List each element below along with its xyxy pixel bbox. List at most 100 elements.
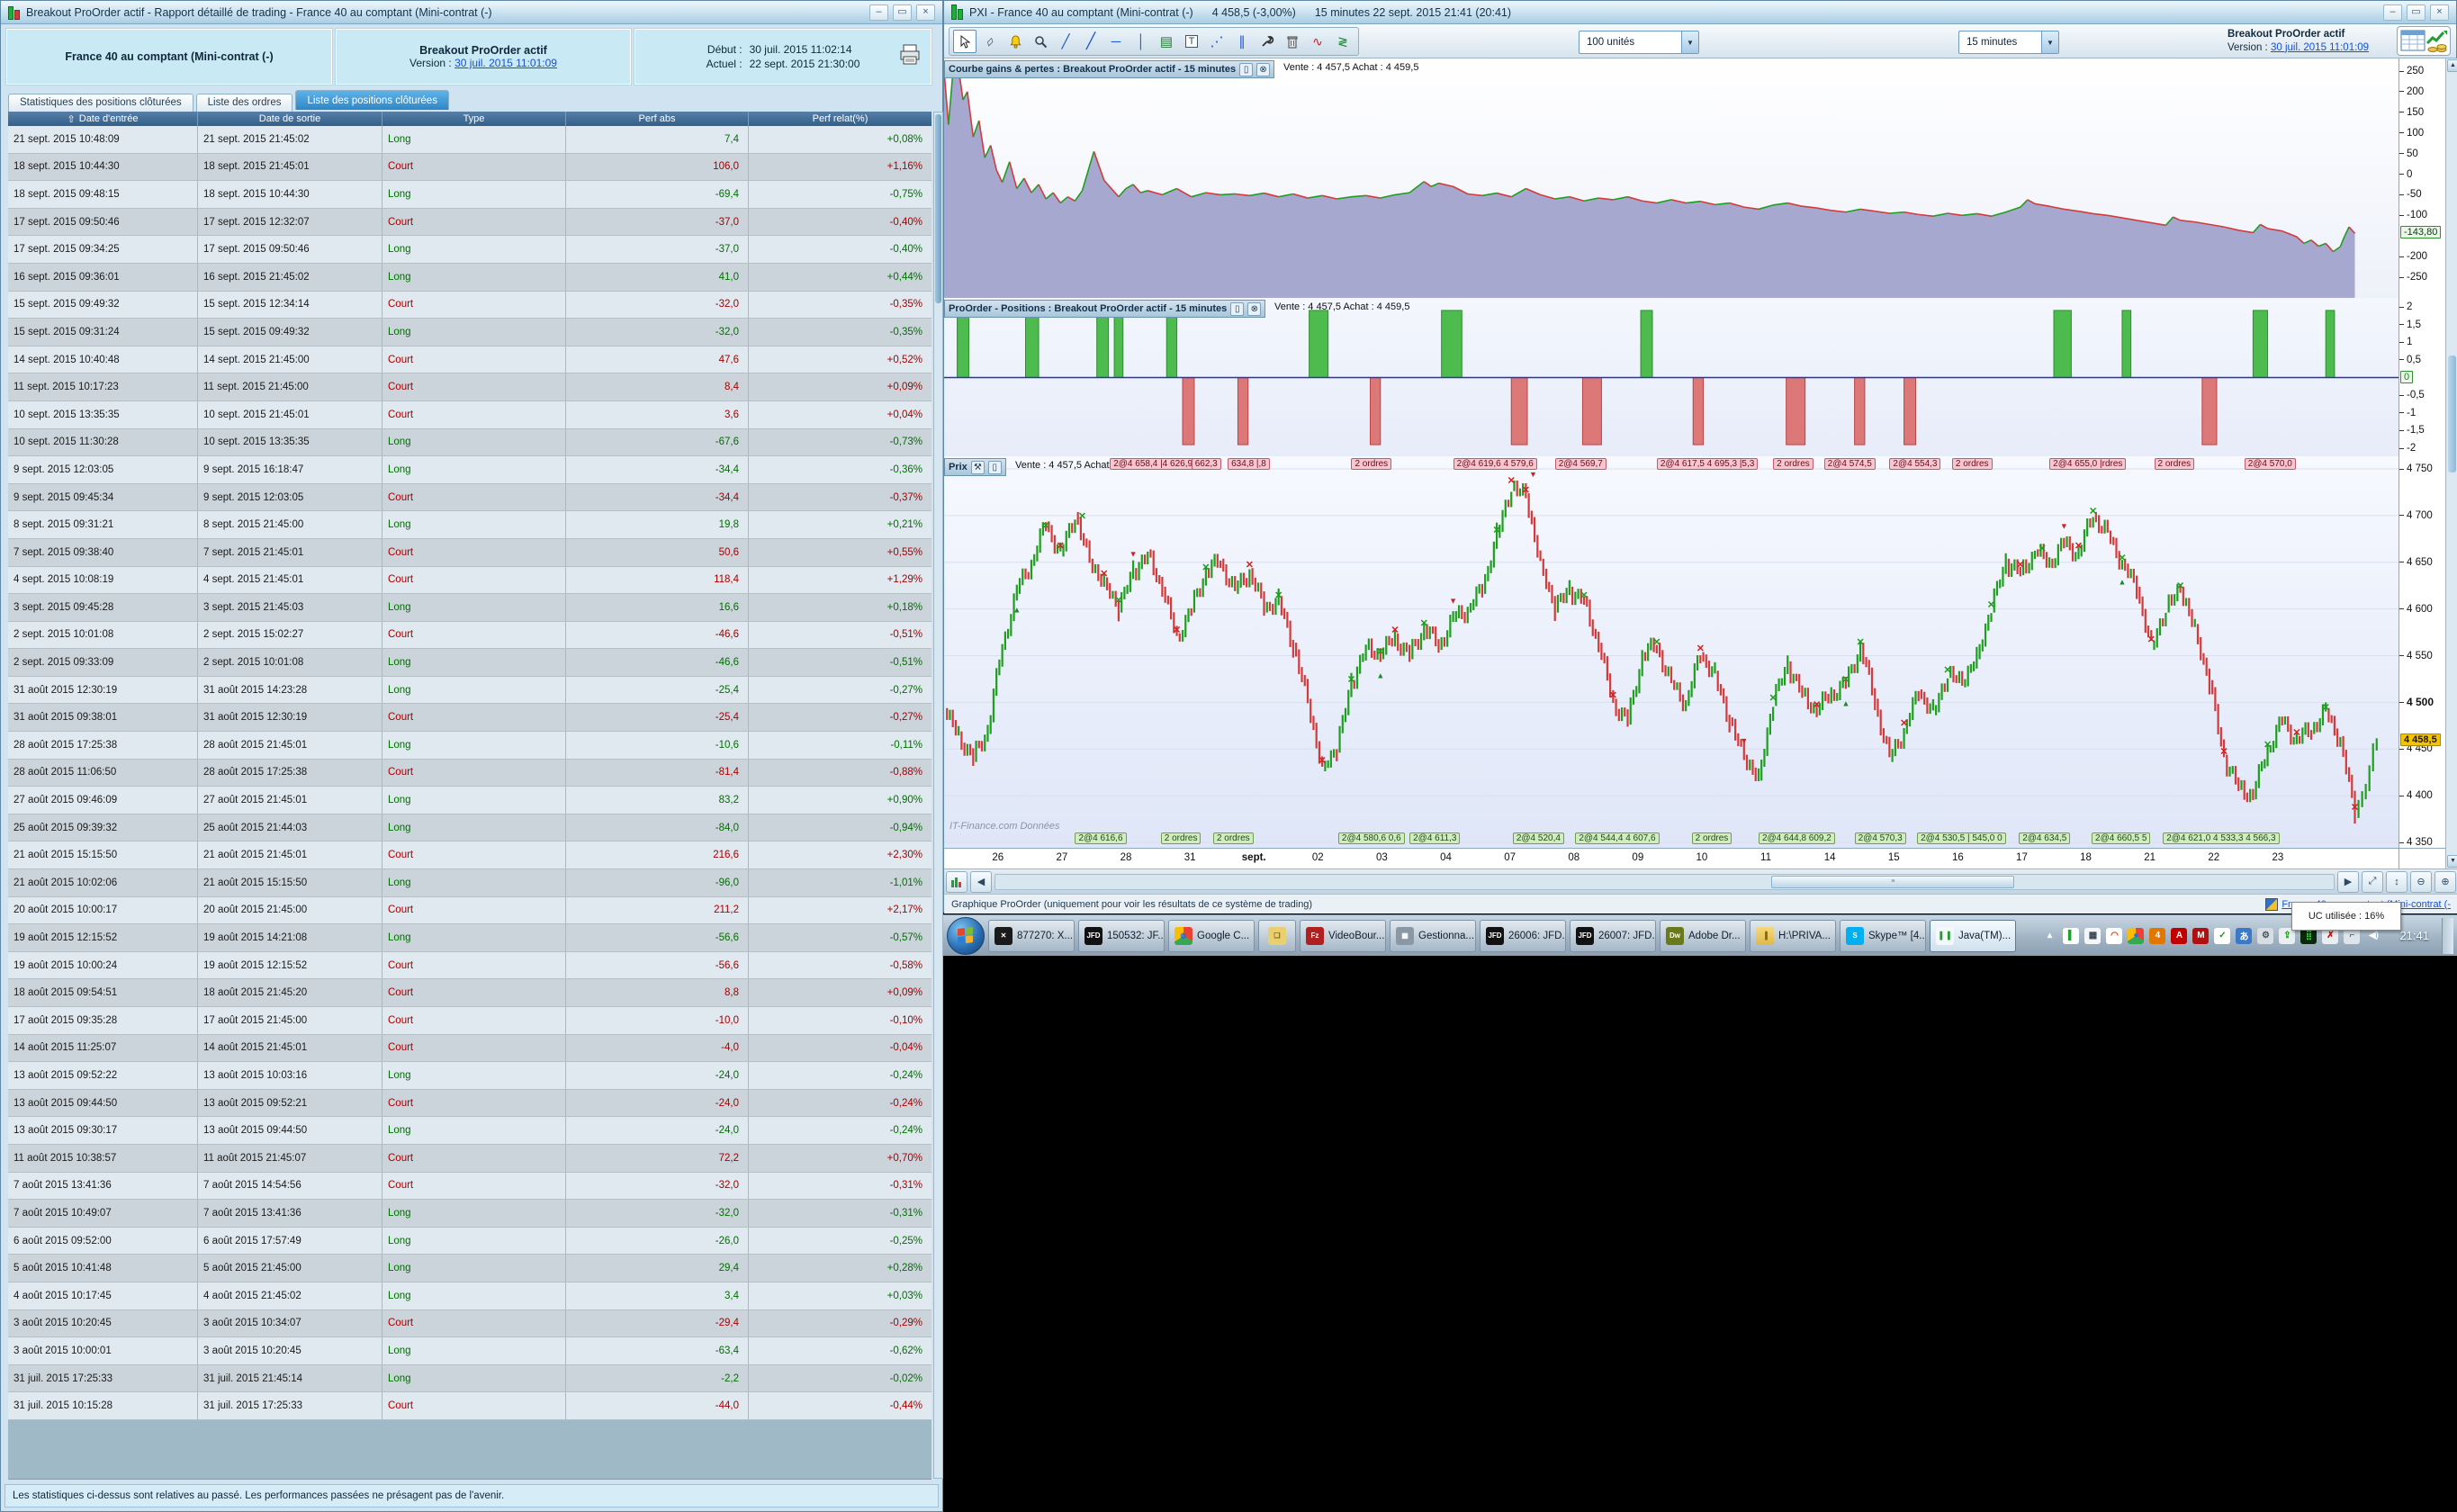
vertical-line-tool-icon[interactable]: │: [1130, 30, 1153, 53]
horizontal-line-tool-icon[interactable]: ─: [1104, 30, 1128, 53]
table-row[interactable]: 31 juil. 2015 10:15:2831 juil. 2015 17:2…: [8, 1392, 932, 1420]
table-row[interactable]: 19 août 2015 12:15:5219 août 2015 14:21:…: [8, 924, 932, 952]
chart-titlebar[interactable]: PXI - France 40 au comptant (Mini-contra…: [944, 1, 2456, 24]
panel-title-tab[interactable]: Prix⚒▯: [944, 458, 1006, 476]
panel-title-tab[interactable]: ProOrder - Positions : Breakout ProOrder…: [944, 300, 1265, 318]
version-link[interactable]: 30 juil. 2015 11:01:09: [2271, 42, 2369, 53]
table-row[interactable]: 9 sept. 2015 09:45:349 sept. 2015 12:03:…: [8, 484, 932, 512]
panel-title-tab[interactable]: Courbe gains & pertes : Breakout ProOrde…: [944, 60, 1274, 78]
table-row[interactable]: 3 août 2015 10:00:013 août 2015 10:20:45…: [8, 1337, 932, 1365]
wrench-icon[interactable]: ⚒: [971, 461, 985, 474]
table-row[interactable]: 10 sept. 2015 11:30:2810 sept. 2015 13:3…: [8, 429, 932, 457]
table-row[interactable]: 14 août 2015 11:25:0714 août 2015 21:45:…: [8, 1035, 932, 1063]
taskbar-button[interactable]: JFD26006: JFD...: [1480, 920, 1566, 952]
avira-tray-icon[interactable]: 4: [2149, 928, 2165, 944]
chart-style-button[interactable]: [946, 871, 968, 893]
taskbar-button[interactable]: ▐H:\PRIVA...: [1750, 920, 1836, 952]
fit-vertical-button[interactable]: ⤢: [2362, 871, 2383, 893]
table-row[interactable]: 31 août 2015 09:38:0131 août 2015 12:30:…: [8, 704, 932, 732]
column-header[interactable]: Date de sortie: [197, 112, 382, 126]
scroll-down-icon[interactable]: ▼: [2447, 855, 2457, 868]
table-row[interactable]: 3 août 2015 10:20:453 août 2015 10:34:07…: [8, 1310, 932, 1338]
table-row[interactable]: 10 sept. 2015 13:35:3510 sept. 2015 21:4…: [8, 401, 932, 429]
green-check-tray-icon[interactable]: ✓: [2214, 928, 2230, 944]
taskbar-button[interactable]: SSkype™ [4...: [1840, 920, 1926, 952]
table-row[interactable]: 4 sept. 2015 10:08:194 sept. 2015 21:45:…: [8, 567, 932, 595]
table-row[interactable]: 17 sept. 2015 09:50:4617 sept. 2015 12:3…: [8, 209, 932, 237]
table-row[interactable]: 18 sept. 2015 09:48:1518 sept. 2015 10:4…: [8, 181, 932, 209]
delete-tool-icon[interactable]: [1281, 30, 1304, 53]
column-header[interactable]: ⇧Date d'entrée: [8, 112, 197, 126]
table-row[interactable]: 11 août 2015 10:38:5711 août 2015 21:45:…: [8, 1145, 932, 1173]
chart-candle-tray-icon[interactable]: ▌: [2063, 928, 2079, 944]
table-row[interactable]: 13 août 2015 09:30:1713 août 2015 09:44:…: [8, 1117, 932, 1145]
equity-panel[interactable]: Courbe gains & pertes : Breakout ProOrde…: [944, 58, 2398, 299]
cursor-tool-icon[interactable]: [953, 30, 976, 53]
copy-icon[interactable]: ▯: [1230, 302, 1244, 316]
zoom-tool-icon[interactable]: [1029, 30, 1052, 53]
table-row[interactable]: 18 août 2015 09:54:5118 août 2015 21:45:…: [8, 979, 932, 1007]
alarm-tool-icon[interactable]: [1004, 30, 1027, 53]
scroll-right-button[interactable]: ▶: [2337, 871, 2359, 893]
taskbar-button[interactable]: FzVideoBour...: [1300, 920, 1386, 952]
minimize-button[interactable]: –: [2383, 4, 2402, 21]
table-row[interactable]: 31 août 2015 12:30:1931 août 2015 14:23:…: [8, 677, 932, 705]
search-gear-tray-icon[interactable]: ⚙: [2257, 928, 2273, 944]
table-row[interactable]: 25 août 2015 09:39:3225 août 2015 21:44:…: [8, 814, 932, 842]
table-row[interactable]: 11 sept. 2015 10:17:2311 sept. 2015 21:4…: [8, 374, 932, 401]
column-header[interactable]: Perf relat(%): [748, 112, 932, 126]
adobe-m-tray-icon[interactable]: M: [2192, 928, 2209, 944]
copy-icon[interactable]: ▯: [988, 461, 1002, 474]
restore-button[interactable]: ▭: [893, 4, 912, 21]
tab-2[interactable]: Liste des ordres: [196, 94, 293, 112]
table-row[interactable]: 21 août 2015 15:15:5021 août 2015 21:45:…: [8, 842, 932, 869]
zoom-out-button[interactable]: ⊖: [2410, 871, 2432, 893]
timeframe-select[interactable]: 15 minutes ▼: [1958, 31, 2059, 54]
taskbar-clock[interactable]: 21:41: [2390, 929, 2438, 942]
minimize-button[interactable]: –: [869, 4, 888, 21]
table-row[interactable]: 15 sept. 2015 09:31:2415 sept. 2015 09:4…: [8, 319, 932, 346]
table-row[interactable]: 13 août 2015 09:52:2213 août 2015 10:03:…: [8, 1062, 932, 1090]
close-icon[interactable]: ⊗: [1247, 302, 1261, 316]
acrobat-tray-icon[interactable]: A: [2171, 928, 2187, 944]
table-row[interactable]: 9 sept. 2015 12:03:059 sept. 2015 16:18:…: [8, 456, 932, 484]
desktop-tray-icon[interactable]: ▦: [2084, 928, 2101, 944]
ruler-tool-icon[interactable]: ▱: [978, 30, 1002, 53]
nexus-tray-icon[interactable]: ◠: [2106, 928, 2122, 944]
pattern-down-tool-icon[interactable]: ∿: [1306, 30, 1329, 53]
table-row[interactable]: 2 sept. 2015 09:33:092 sept. 2015 10:01:…: [8, 649, 932, 677]
chart-edit-tool-icon[interactable]: ▤: [1155, 30, 1178, 53]
taskbar-button[interactable]: JFD150532: JF...: [1078, 920, 1165, 952]
tab-3[interactable]: Liste des positions clôturées: [295, 90, 448, 110]
table-row[interactable]: 21 sept. 2015 10:48:0921 sept. 2015 21:4…: [8, 126, 932, 154]
vertical-scrollbar[interactable]: ▲ ▼: [2445, 58, 2457, 868]
table-row[interactable]: 18 sept. 2015 10:44:3018 sept. 2015 21:4…: [8, 154, 932, 182]
column-header[interactable]: Type: [382, 112, 565, 126]
table-row[interactable]: 28 août 2015 11:06:5028 août 2015 17:25:…: [8, 760, 932, 788]
table-row[interactable]: 19 août 2015 10:00:2419 août 2015 12:15:…: [8, 952, 932, 980]
table-row[interactable]: 4 août 2015 10:17:454 août 2015 21:45:02…: [8, 1282, 932, 1310]
table-row[interactable]: 31 juil. 2015 17:25:3331 juil. 2015 21:4…: [8, 1365, 932, 1393]
translate-tray-icon[interactable]: あ: [2236, 928, 2252, 944]
horizontal-scrollbar[interactable]: ≡: [994, 874, 2335, 890]
zoom-in-button[interactable]: ⊕: [2434, 871, 2456, 893]
table-row[interactable]: 28 août 2015 17:25:3828 août 2015 21:45:…: [8, 732, 932, 760]
price-panel[interactable]: ✕✕✕✕✕✕✕✕✕✕✕✕✕✕✕✕✕✕✕✕✕✕✕✕✕✕✕✕✕✕✕✕✕✕✕✕✕✕✕✕…: [944, 456, 2398, 848]
taskbar-button[interactable]: ▦Gestionna...: [1390, 920, 1476, 952]
table-row[interactable]: 17 sept. 2015 09:34:2517 sept. 2015 09:5…: [8, 236, 932, 264]
segment-tool-icon[interactable]: ╱: [1054, 30, 1077, 53]
close-icon[interactable]: ⊗: [1256, 63, 1270, 76]
table-row[interactable]: 15 sept. 2015 09:49:3215 sept. 2015 12:3…: [8, 292, 932, 320]
table-row[interactable]: 7 sept. 2015 09:38:407 sept. 2015 21:45:…: [8, 539, 932, 567]
table-row[interactable]: 20 août 2015 10:00:1720 août 2015 21:45:…: [8, 897, 932, 925]
table-row[interactable]: 7 août 2015 13:41:367 août 2015 14:54:56…: [8, 1173, 932, 1201]
table-row[interactable]: 6 août 2015 09:52:006 août 2015 17:57:49…: [8, 1228, 932, 1256]
scroll-left-button[interactable]: ◀: [970, 871, 992, 893]
scroll-up-icon[interactable]: ▲: [2447, 59, 2457, 72]
taskbar-button[interactable]: JFD26007: JFD...: [1570, 920, 1656, 952]
table-row[interactable]: 5 août 2015 10:41:485 août 2015 21:45:00…: [8, 1255, 932, 1282]
table-row[interactable]: 3 sept. 2015 09:45:283 sept. 2015 21:45:…: [8, 594, 932, 622]
table-row[interactable]: 16 sept. 2015 09:36:0116 sept. 2015 21:4…: [8, 264, 932, 292]
settings-tool-icon[interactable]: [1256, 30, 1279, 53]
table-row[interactable]: 13 août 2015 09:44:5013 août 2015 09:52:…: [8, 1090, 932, 1118]
